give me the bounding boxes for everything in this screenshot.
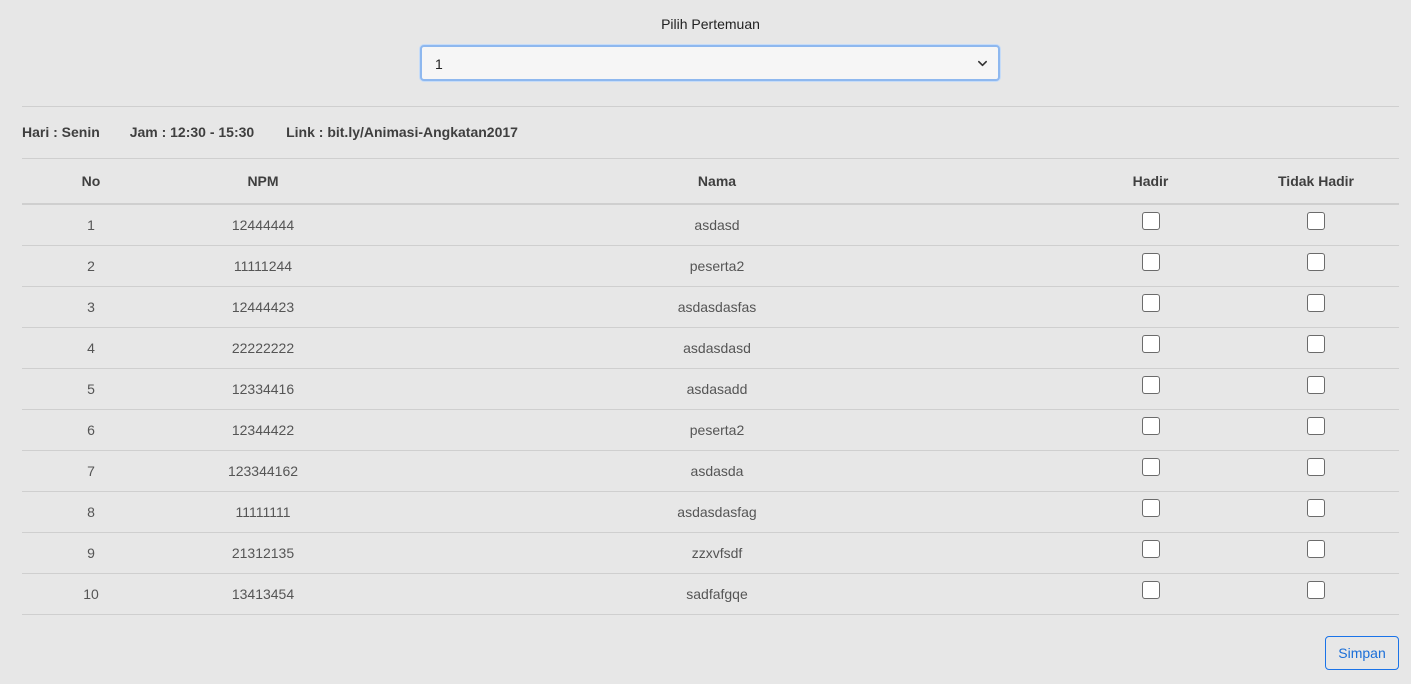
header-nama: Nama bbox=[366, 159, 1068, 205]
cell-no: 6 bbox=[22, 409, 160, 451]
tidak-hadir-checkbox[interactable] bbox=[1307, 457, 1325, 476]
header-no: No bbox=[22, 159, 160, 205]
cell-npm: 12344422 bbox=[160, 409, 366, 451]
hadir-cell bbox=[1068, 245, 1233, 287]
hadir-cell bbox=[1068, 450, 1233, 492]
cell-npm: 11111111 bbox=[160, 491, 366, 533]
tidak-hadir-cell bbox=[1233, 286, 1399, 328]
cell-npm: 22222222 bbox=[160, 327, 366, 369]
cell-no: 5 bbox=[22, 368, 160, 410]
hadir-cell bbox=[1068, 409, 1233, 451]
tidak-hadir-checkbox[interactable] bbox=[1307, 211, 1325, 230]
tidak-hadir-cell bbox=[1233, 327, 1399, 369]
hadir-cell bbox=[1068, 532, 1233, 574]
hadir-checkbox[interactable] bbox=[1141, 457, 1160, 476]
cell-nama: peserta2 bbox=[366, 245, 1068, 287]
cell-npm: 11111244 bbox=[160, 245, 366, 287]
cell-nama: asdasdasd bbox=[366, 327, 1068, 369]
meeting-select-label: Pilih Pertemuan bbox=[661, 16, 760, 32]
cell-nama: asdasadd bbox=[366, 368, 1068, 410]
table-header-row: No NPM Nama Hadir Tidak Hadir bbox=[22, 159, 1399, 205]
cell-npm: 123344162 bbox=[160, 450, 366, 492]
hadir-checkbox[interactable] bbox=[1141, 539, 1160, 558]
table-row: 5 12334416 asdasadd bbox=[22, 368, 1399, 410]
tidak-hadir-cell bbox=[1233, 573, 1399, 615]
attendance-table-body: 1 12444444 asdasd 2 11111244 peserta2 3 1244442… bbox=[22, 204, 1399, 615]
hadir-checkbox[interactable] bbox=[1141, 498, 1160, 517]
cell-no: 10 bbox=[22, 573, 160, 615]
cell-nama: peserta2 bbox=[366, 409, 1068, 451]
table-row: 3 12444423 asdasdasfas bbox=[22, 286, 1399, 328]
header-hadir: Hadir bbox=[1068, 159, 1233, 205]
hadir-checkbox[interactable] bbox=[1141, 416, 1160, 435]
table-row: 9 21312135 zzxvfsdf bbox=[22, 532, 1399, 574]
hadir-checkbox[interactable] bbox=[1141, 334, 1160, 353]
hadir-checkbox[interactable] bbox=[1141, 252, 1160, 271]
cell-nama: asdasdasfag bbox=[366, 491, 1068, 533]
hadir-cell bbox=[1068, 491, 1233, 533]
cell-no: 9 bbox=[22, 532, 160, 574]
cell-npm: 13413454 bbox=[160, 573, 366, 615]
cell-nama: asdasdasfas bbox=[366, 286, 1068, 328]
tidak-hadir-cell bbox=[1233, 491, 1399, 533]
tidak-hadir-cell bbox=[1233, 450, 1399, 492]
cell-nama: asdasd bbox=[366, 204, 1068, 246]
info-link: Link : bit.ly/Animasi-Angkatan2017 bbox=[286, 124, 518, 140]
hadir-checkbox[interactable] bbox=[1141, 375, 1160, 394]
save-button[interactable]: Simpan bbox=[1325, 636, 1399, 670]
hadir-cell bbox=[1068, 327, 1233, 369]
hadir-cell bbox=[1068, 204, 1233, 246]
tidak-hadir-checkbox[interactable] bbox=[1307, 539, 1325, 558]
table-row: 10 13413454 sadfafgqe bbox=[22, 573, 1399, 615]
cell-nama: sadfafgqe bbox=[366, 573, 1068, 615]
header-npm: NPM bbox=[160, 159, 366, 205]
cell-no: 3 bbox=[22, 286, 160, 328]
chevron-down-icon bbox=[978, 60, 987, 67]
cell-no: 1 bbox=[22, 204, 160, 246]
hadir-checkbox[interactable] bbox=[1141, 293, 1160, 312]
table-row: 2 11111244 peserta2 bbox=[22, 245, 1399, 287]
cell-no: 2 bbox=[22, 245, 160, 287]
cell-npm: 12444444 bbox=[160, 204, 366, 246]
table-row: 1 12444444 asdasd bbox=[22, 204, 1399, 246]
schedule-info: Hari : Senin Jam : 12:30 - 15:30 Link : … bbox=[22, 124, 518, 140]
cell-no: 7 bbox=[22, 450, 160, 492]
meeting-select[interactable]: 1 bbox=[420, 45, 1000, 81]
tidak-hadir-cell bbox=[1233, 368, 1399, 410]
hadir-cell bbox=[1068, 368, 1233, 410]
hadir-cell bbox=[1068, 286, 1233, 328]
tidak-hadir-checkbox[interactable] bbox=[1307, 293, 1325, 312]
hadir-checkbox[interactable] bbox=[1141, 580, 1160, 599]
tidak-hadir-cell bbox=[1233, 409, 1399, 451]
info-time: Jam : 12:30 - 15:30 bbox=[129, 124, 255, 140]
cell-npm: 21312135 bbox=[160, 532, 366, 574]
cell-nama: asdasda bbox=[366, 450, 1068, 492]
tidak-hadir-checkbox[interactable] bbox=[1307, 498, 1325, 517]
tidak-hadir-checkbox[interactable] bbox=[1307, 375, 1325, 394]
meeting-select-value: 1 bbox=[435, 56, 443, 72]
table-row: 6 12344422 peserta2 bbox=[22, 409, 1399, 451]
cell-npm: 12334416 bbox=[160, 368, 366, 410]
tidak-hadir-checkbox[interactable] bbox=[1307, 252, 1325, 271]
header-tidak-hadir: Tidak Hadir bbox=[1233, 159, 1399, 205]
tidak-hadir-checkbox[interactable] bbox=[1307, 334, 1325, 353]
table-row: 4 22222222 asdasdasd bbox=[22, 327, 1399, 369]
cell-no: 8 bbox=[22, 491, 160, 533]
attendance-table: No NPM Nama Hadir Tidak Hadir 1 12444444 a… bbox=[22, 159, 1399, 615]
cell-nama: zzxvfsdf bbox=[366, 532, 1068, 574]
hadir-cell bbox=[1068, 573, 1233, 615]
table-row: 8 11111111 asdasdasfag bbox=[22, 491, 1399, 533]
table-row: 7 123344162 asdasda bbox=[22, 450, 1399, 492]
hadir-checkbox[interactable] bbox=[1141, 211, 1160, 230]
divider bbox=[22, 106, 1399, 107]
cell-no: 4 bbox=[22, 327, 160, 369]
tidak-hadir-cell bbox=[1233, 204, 1399, 246]
info-day: Hari : Senin bbox=[22, 124, 100, 140]
tidak-hadir-checkbox[interactable] bbox=[1307, 416, 1325, 435]
cell-npm: 12444423 bbox=[160, 286, 366, 328]
tidak-hadir-cell bbox=[1233, 245, 1399, 287]
tidak-hadir-checkbox[interactable] bbox=[1307, 580, 1325, 599]
tidak-hadir-cell bbox=[1233, 532, 1399, 574]
